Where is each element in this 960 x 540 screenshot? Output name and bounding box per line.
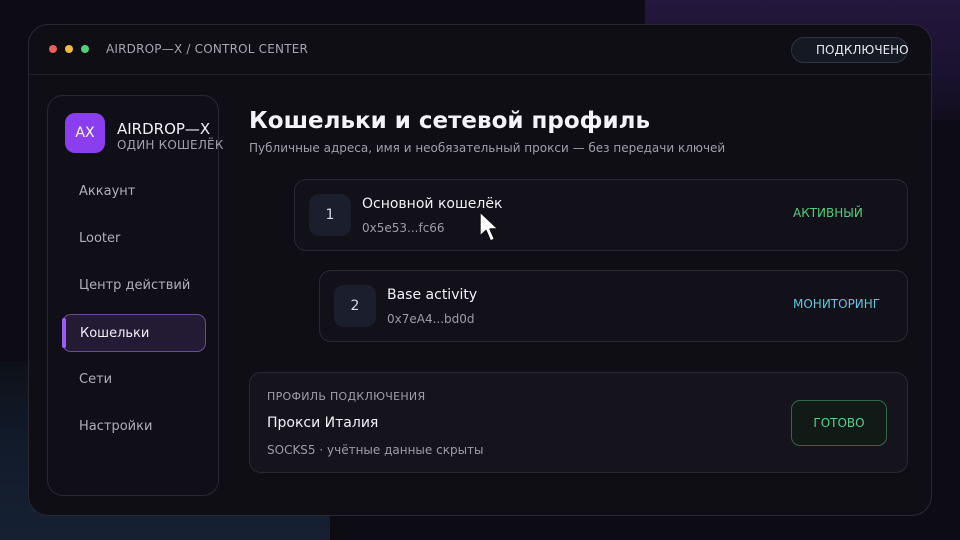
sidebar-item-action-center[interactable]: Центр действий [62,266,206,304]
profile-detail: SOCKS5 · учётные данные скрыты [267,443,484,457]
connection-status-text: ПОДКЛЮЧЕНО [816,43,909,57]
app-title: AIRDROP—X / CONTROL CENTER [106,42,309,56]
connection-status-badge: ПОДКЛЮЧЕНО [791,37,909,63]
profile-name: Прокси Италия [267,415,379,431]
sidebar-item-wallets[interactable]: Кошельки [62,314,206,352]
title-bar: AIRDROP—X / CONTROL CENTER ПОДКЛЮЧЕНО [29,25,931,75]
wallet-status-badge: АКТИВНЫЙ [793,206,863,220]
connection-profile-card: ПРОФИЛЬ ПОДКЛЮЧЕНИЯ Прокси Италия SOCKS5… [249,372,908,473]
maximize-window-button[interactable] [81,45,89,53]
brand-name: AIRDROP—X [117,120,211,138]
wallet-index: 1 [309,194,351,236]
wallet-address: 0x5e53...fc66 [362,221,445,235]
page-title: Кошельки и сетевой профиль [249,108,650,134]
wallet-index: 2 [334,285,376,327]
sidebar-item-account[interactable]: Аккаунт [62,172,206,210]
sidebar-item-settings[interactable]: Настройки [62,407,206,445]
brand-subtitle: ОДИН КОШЕЛЁК [117,138,224,152]
minimize-window-button[interactable] [65,45,73,53]
ready-button[interactable]: ГОТОВО [791,400,887,446]
close-window-button[interactable] [49,45,57,53]
sidebar-item-looter[interactable]: Looter [62,219,206,257]
wallet-address: 0x7eA4...bd0d [387,312,475,326]
profile-label: ПРОФИЛЬ ПОДКЛЮЧЕНИЯ [267,390,426,403]
mouse-pointer-icon [479,211,499,242]
wallet-name: Base activity [387,287,478,303]
wallet-status-badge: МОНИТОРИНГ [793,297,881,311]
page-subtitle: Публичные адреса, имя и необязательный п… [249,141,726,155]
sidebar: AX AIRDROP—X ОДИН КОШЕЛЁК Аккаунт Looter… [47,95,223,496]
wallet-card[interactable]: 1 Основной кошелёк 0x5e53...fc66 АКТИВНЫ… [294,179,908,251]
avatar: AX [65,113,105,153]
wallet-card[interactable]: 2 Base activity 0x7eA4...bd0d МОНИТОРИНГ [319,270,908,342]
sidebar-item-networks[interactable]: Сети [62,360,206,398]
wallet-name: Основной кошелёк [362,196,503,212]
app-window: AIRDROP—X / CONTROL CENTER ПОДКЛЮЧЕНО AX… [28,24,932,516]
